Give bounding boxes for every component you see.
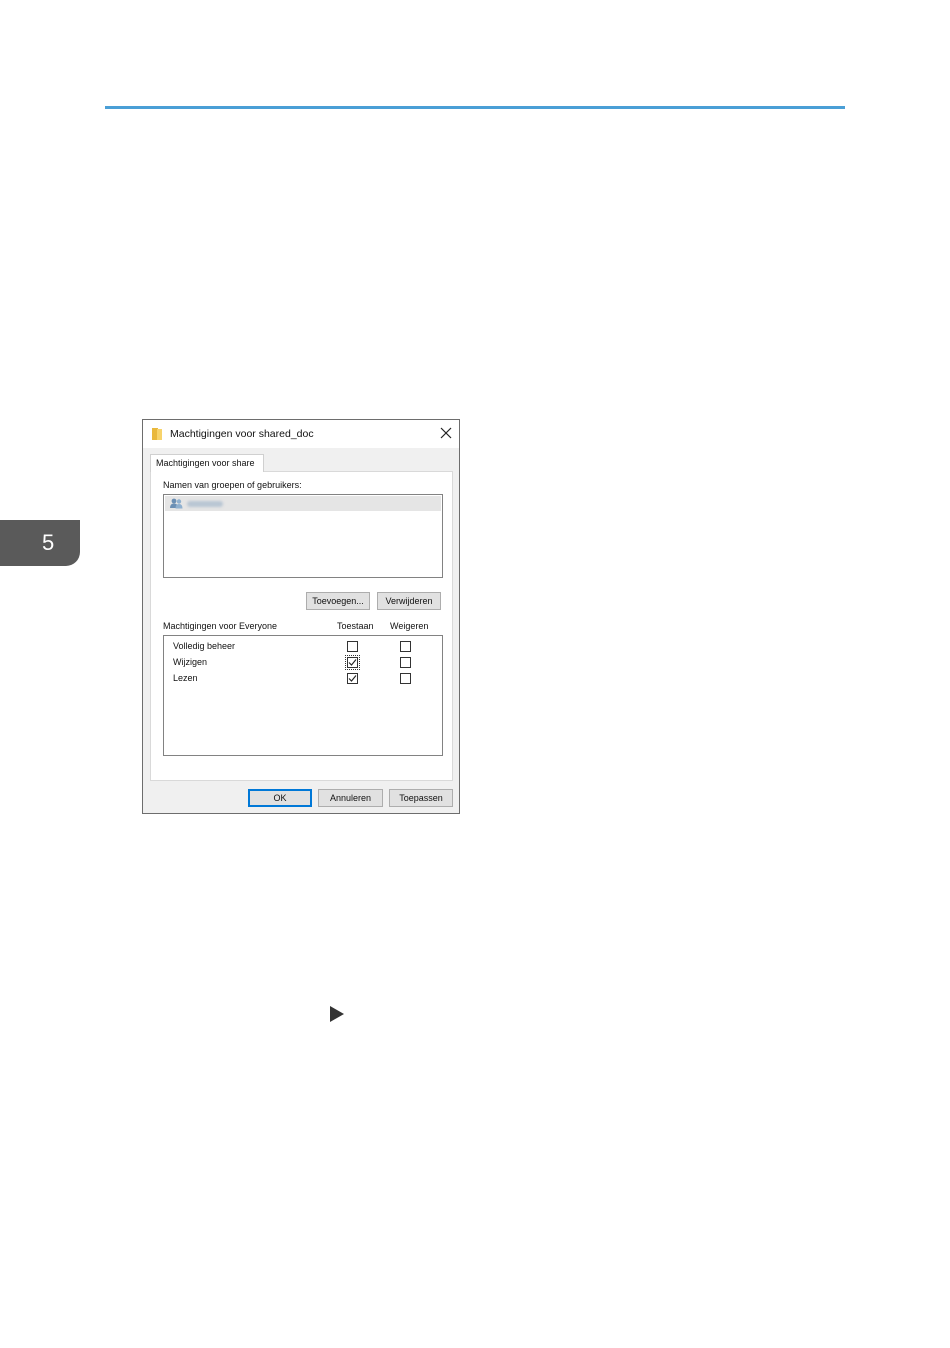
chapter-tab: 5	[0, 520, 80, 566]
chapter-number: 5	[42, 530, 55, 555]
folder-icon	[152, 428, 162, 440]
permissions-list: Volledig beheer Wijzigen Lezen	[163, 635, 443, 756]
read-deny-checkbox[interactable]	[400, 673, 411, 684]
check-icon	[348, 659, 357, 666]
groups-list[interactable]	[163, 494, 443, 578]
dialog-title: Machtigingen voor shared_doc	[170, 428, 314, 440]
deny-column-header: Weigeren	[390, 621, 429, 631]
header-rule	[105, 106, 845, 109]
permissions-dialog: Machtigingen voor shared_doc Machtiginge…	[142, 419, 460, 814]
remove-button[interactable]: Verwijderen	[377, 592, 441, 610]
group-name-redacted	[187, 501, 223, 507]
close-icon[interactable]	[439, 426, 453, 440]
apply-button[interactable]: Toepassen	[389, 789, 453, 807]
tab-share-permissions[interactable]: Machtigingen voor share	[150, 454, 264, 472]
check-icon	[348, 675, 357, 682]
cancel-button[interactable]: Annuleren	[318, 789, 383, 807]
allow-column-header: Toestaan	[337, 621, 374, 631]
ok-button[interactable]: OK	[248, 789, 312, 807]
groups-label: Namen van groepen of gebruikers:	[163, 480, 302, 490]
change-deny-checkbox[interactable]	[400, 657, 411, 668]
read-allow-checkbox[interactable]	[347, 673, 358, 684]
change-allow-checkbox[interactable]	[345, 655, 360, 670]
full-control-allow-checkbox[interactable]	[347, 641, 358, 652]
users-icon	[170, 498, 183, 509]
permission-full-control-label: Volledig beheer	[173, 641, 236, 651]
title-bar[interactable]: Machtigingen voor shared_doc	[143, 420, 459, 448]
permission-read-label: Lezen	[173, 673, 198, 683]
add-button[interactable]: Toevoegen...	[306, 592, 370, 610]
permissions-label: Machtigingen voor Everyone	[163, 621, 278, 631]
play-arrow-icon	[330, 1006, 344, 1022]
full-control-deny-checkbox[interactable]	[400, 641, 411, 652]
permission-change-label: Wijzigen	[173, 657, 208, 667]
tab-panel: Namen van groepen of gebruikers: Toevoeg…	[150, 471, 453, 781]
list-item[interactable]	[165, 496, 441, 511]
